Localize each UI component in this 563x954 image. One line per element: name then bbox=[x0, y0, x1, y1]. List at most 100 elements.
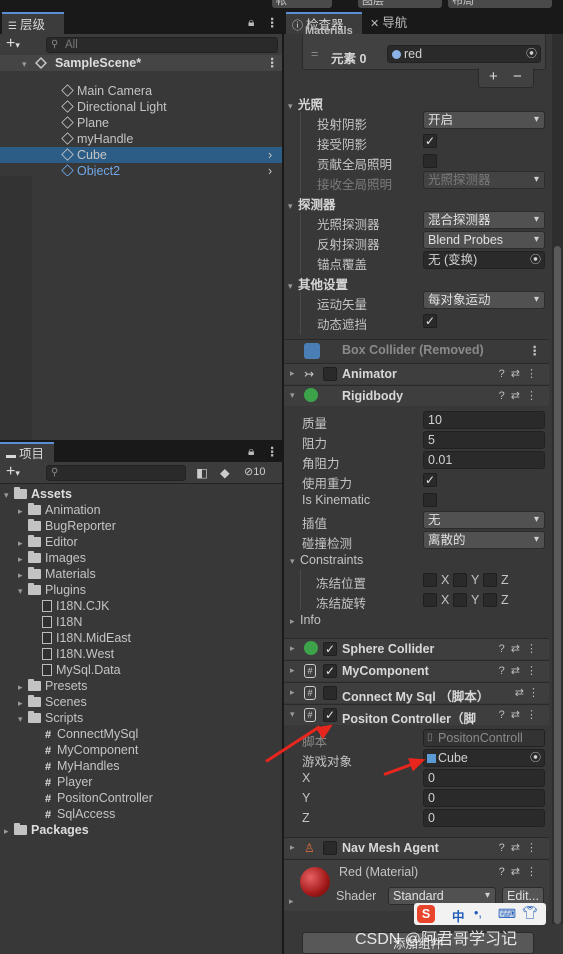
chevron-right-icon[interactable]: ▸ bbox=[18, 695, 28, 711]
chevron-right-icon[interactable] bbox=[32, 807, 42, 823]
filter-by-type-icon[interactable]: ◧ bbox=[196, 465, 208, 480]
more-menu-icon[interactable]: ⋮ bbox=[266, 55, 279, 71]
chevron-right-icon[interactable]: ▸ bbox=[289, 896, 294, 907]
list-item[interactable]: # PositonController bbox=[0, 790, 153, 806]
object-picker-icon[interactable]: ⦿ bbox=[530, 252, 541, 268]
list-item[interactable]: ▾ Plugins bbox=[0, 582, 86, 598]
list-item[interactable]: # Player bbox=[0, 774, 93, 790]
chevron-right-icon[interactable]: ▸ bbox=[18, 679, 28, 695]
object-picker-icon[interactable]: ⦿ bbox=[530, 750, 541, 766]
list-item[interactable]: # MyComponent bbox=[0, 742, 138, 758]
ime-mode[interactable]: 中 bbox=[452, 906, 465, 925]
mycomponent-header[interactable]: ▸ # ✓ MyComponent ?⇄⋮ bbox=[284, 660, 549, 681]
sphere-collider-enabled-checkbox[interactable]: ✓ bbox=[323, 642, 337, 656]
chevron-down-icon[interactable]: ▾ bbox=[18, 583, 28, 599]
chevron-right-icon[interactable]: ▸ bbox=[18, 551, 28, 567]
list-item[interactable]: ▸ Editor bbox=[0, 534, 78, 550]
chevron-down-icon[interactable]: ▾ bbox=[290, 390, 300, 401]
chevron-right-icon[interactable] bbox=[32, 647, 42, 663]
assets-row[interactable]: ▾ Assets bbox=[0, 486, 72, 502]
list-item[interactable]: ▾ Scripts bbox=[0, 710, 83, 726]
chevron-right-icon[interactable]: ▸ bbox=[18, 503, 28, 519]
freeze-rot-z-checkbox[interactable] bbox=[483, 593, 497, 607]
light-probes-dropdown[interactable]: 混合探测器 bbox=[423, 211, 545, 229]
anchor-override-field[interactable]: 无 (变换) ⦿ bbox=[423, 251, 545, 269]
material-element-field[interactable]: red ⦿ bbox=[387, 45, 541, 63]
animator-enabled-checkbox[interactable] bbox=[323, 367, 337, 381]
list-item[interactable]: I18N.MidEast bbox=[0, 630, 131, 646]
chevron-right-icon[interactable]: ▸ bbox=[290, 368, 300, 379]
lighting-section[interactable]: ▾ 光照 bbox=[288, 94, 323, 113]
ime-punct[interactable]: •, bbox=[474, 906, 482, 920]
mass-field[interactable]: 10 bbox=[423, 411, 545, 429]
chevron-right-icon[interactable]: ▸ bbox=[290, 643, 300, 654]
list-item[interactable]: ▸ Animation bbox=[0, 502, 101, 518]
drag-handle-icon[interactable]: = bbox=[311, 47, 318, 61]
list-item[interactable]: I18N bbox=[0, 614, 82, 630]
chevron-down-icon[interactable]: ▾ bbox=[290, 556, 300, 567]
chevron-right-icon[interactable] bbox=[32, 631, 42, 647]
cast-shadows-dropdown[interactable]: 开启 bbox=[423, 111, 545, 129]
connect-mysql-enabled-checkbox[interactable] bbox=[323, 686, 337, 700]
chevron-down-icon[interactable]: ▾ bbox=[288, 201, 298, 212]
remove-element-button[interactable]: − bbox=[513, 68, 522, 85]
chevron-right-icon[interactable]: ▸ bbox=[18, 535, 28, 551]
tab-navigation[interactable]: ✕ 导航 bbox=[364, 12, 434, 34]
list-item[interactable]: # MyHandles bbox=[0, 758, 120, 774]
lock-icon[interactable]: 🔒︎ bbox=[248, 444, 254, 459]
game-object-field[interactable]: Cube ⦿ bbox=[423, 749, 545, 767]
receive-shadows-checkbox[interactable]: ✓ bbox=[423, 134, 437, 148]
list-item[interactable]: BugReporter bbox=[0, 518, 116, 534]
component-header-icons[interactable]: ?⇄⋮ bbox=[499, 865, 543, 878]
animator-header[interactable]: ▸ ↣ Animator ?⇄⋮ bbox=[284, 363, 549, 384]
box-collider-header[interactable]: Box Collider (Removed) ⋮ bbox=[284, 339, 549, 360]
shirt-icon[interactable]: 👕︎ bbox=[522, 906, 538, 921]
freeze-rot-x-checkbox[interactable] bbox=[423, 593, 437, 607]
collision-detection-dropdown[interactable]: 离散的 bbox=[423, 531, 545, 549]
hierarchy-item[interactable]: Cube › bbox=[0, 147, 282, 163]
chevron-right-icon[interactable] bbox=[32, 759, 42, 775]
chevron-right-icon[interactable] bbox=[18, 519, 28, 535]
rigidbody-header[interactable]: ▾ Rigidbody ?⇄⋮ bbox=[284, 385, 549, 406]
keyboard-icon[interactable]: ⌨ bbox=[498, 906, 516, 921]
chevron-right-icon[interactable] bbox=[32, 599, 42, 615]
scrollbar-thumb[interactable] bbox=[554, 246, 561, 924]
freeze-rot-y-checkbox[interactable] bbox=[453, 593, 467, 607]
z-field[interactable]: 0 bbox=[423, 809, 545, 827]
chevron-right-icon[interactable]: ▸ bbox=[4, 823, 14, 839]
list-item[interactable]: # SqlAccess bbox=[0, 806, 115, 822]
chevron-right-icon[interactable]: ▸ bbox=[290, 665, 300, 676]
info-foldout[interactable]: ▸ Info bbox=[290, 613, 321, 627]
nav-mesh-agent-header[interactable]: ▸ ♙ Nav Mesh Agent ?⇄⋮ bbox=[284, 837, 549, 858]
tab-hierarchy[interactable]: ☰ 层级 bbox=[2, 12, 64, 34]
ime-toolbar[interactable]: S 中 •, ⌨ 👕︎ bbox=[414, 903, 546, 925]
tab-project[interactable]: ▬ 项目 bbox=[0, 442, 54, 462]
component-header-icons[interactable]: ?⇄⋮ bbox=[499, 642, 543, 655]
dynamic-occlusion-checkbox[interactable]: ✓ bbox=[423, 314, 437, 328]
list-item[interactable]: I18N.CJK bbox=[0, 598, 110, 614]
reflection-probes-dropdown[interactable]: Blend Probes bbox=[423, 231, 545, 249]
chevron-right-icon[interactable]: ▸ bbox=[290, 842, 300, 853]
list-item[interactable]: ▸ Presets bbox=[0, 678, 87, 694]
use-gravity-checkbox[interactable]: ✓ bbox=[423, 473, 437, 487]
list-item[interactable]: # ConnectMySql bbox=[0, 726, 138, 742]
hierarchy-item[interactable]: Directional Light bbox=[0, 99, 282, 115]
freeze-pos-z-checkbox[interactable] bbox=[483, 573, 497, 587]
add-element-button[interactable]: + bbox=[489, 68, 498, 85]
chevron-right-icon[interactable] bbox=[32, 727, 42, 743]
chevron-down-icon[interactable]: ▾ bbox=[4, 487, 14, 503]
project-search-input[interactable]: ⚲ bbox=[46, 465, 186, 481]
chevron-down-icon[interactable]: ▾ bbox=[18, 711, 28, 727]
chevron-right-icon[interactable] bbox=[32, 791, 42, 807]
inspector-scrollbar[interactable] bbox=[552, 34, 563, 924]
contribute-gi-checkbox[interactable] bbox=[423, 154, 437, 168]
freeze-pos-x-checkbox[interactable] bbox=[423, 573, 437, 587]
more-menu-icon[interactable]: ⋮ bbox=[266, 444, 279, 459]
component-header-icons[interactable]: ⇄⋮ bbox=[515, 686, 543, 699]
hierarchy-item[interactable]: Plane bbox=[0, 115, 282, 131]
list-item[interactable]: ▸ Packages bbox=[0, 822, 89, 838]
chevron-right-icon[interactable]: ▸ bbox=[18, 567, 28, 583]
chevron-down-icon[interactable]: ▾ bbox=[290, 709, 300, 720]
motion-vectors-dropdown[interactable]: 每对象运动 bbox=[423, 291, 545, 309]
y-field[interactable]: 0 bbox=[423, 789, 545, 807]
